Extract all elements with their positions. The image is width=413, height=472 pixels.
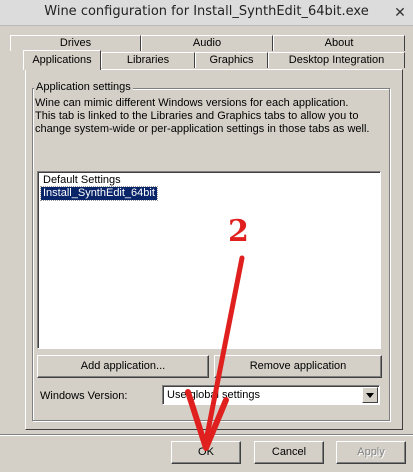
add-application-button[interactable]: Add application... xyxy=(37,355,209,378)
cancel-button[interactable]: Cancel xyxy=(254,441,324,464)
tab-graphics[interactable]: Graphics xyxy=(195,52,268,68)
annotation-number: 2 xyxy=(228,214,249,249)
title-bar: Wine configuration for Install_SynthEdit… xyxy=(0,0,413,26)
application-list[interactable]: Default Settings Install_SynthEdit_64bit xyxy=(37,171,381,349)
windows-version-value: Use global settings xyxy=(167,389,260,401)
tab-audio[interactable]: Audio xyxy=(141,35,273,51)
chevron-down-icon[interactable] xyxy=(362,387,378,403)
footer-separator xyxy=(0,434,413,436)
tab-applications[interactable]: Applications xyxy=(23,50,101,70)
apply-button[interactable]: Apply xyxy=(336,441,406,464)
windows-version-select[interactable]: Use global settings xyxy=(162,385,380,405)
tab-drives[interactable]: Drives xyxy=(10,35,141,51)
tab-desktop-integration[interactable]: Desktop Integration xyxy=(268,52,405,68)
ok-button[interactable]: OK xyxy=(171,441,241,464)
tab-libraries[interactable]: Libraries xyxy=(101,52,195,68)
list-item-install-synthedit[interactable]: Install_SynthEdit_64bit xyxy=(40,186,158,201)
description-text: Wine can mimic different Windows version… xyxy=(35,97,370,135)
window-title: Wine configuration for Install_SynthEdit… xyxy=(44,4,369,19)
list-item-default-settings[interactable]: Default Settings xyxy=(41,174,123,187)
close-icon[interactable]: ✕ xyxy=(391,3,409,21)
remove-application-button[interactable]: Remove application xyxy=(214,355,382,378)
applications-panel: Application settings Wine can mimic diff… xyxy=(25,69,403,430)
windows-version-label: Windows Version: xyxy=(40,390,128,402)
group-title: Application settings xyxy=(34,80,133,94)
tab-about[interactable]: About xyxy=(273,35,405,51)
